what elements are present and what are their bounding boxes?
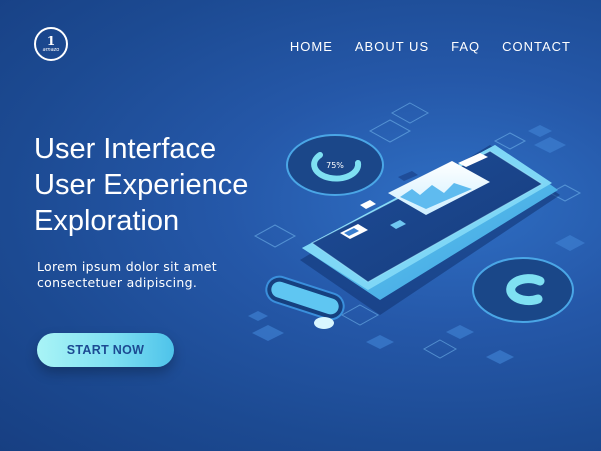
gauge-disc-bottom xyxy=(472,257,574,323)
tile xyxy=(446,325,474,339)
brand-logo[interactable]: 1 amazo xyxy=(34,27,68,61)
tile xyxy=(368,119,412,143)
nav-about-us[interactable]: ABOUT US xyxy=(355,39,429,54)
screen-widget xyxy=(360,200,376,209)
tile xyxy=(252,325,284,341)
tile xyxy=(555,235,585,251)
gauge-disc-top: 75% xyxy=(286,134,384,196)
logo-text: amazo xyxy=(42,47,60,53)
nav-home[interactable]: HOME xyxy=(290,39,333,54)
logo-number: 1 xyxy=(46,34,56,48)
tile xyxy=(422,339,458,359)
nav-contact[interactable]: CONTACT xyxy=(502,39,571,54)
nav-faq[interactable]: FAQ xyxy=(451,39,480,54)
isometric-phone-illustration: 75% xyxy=(248,102,585,364)
tile xyxy=(534,137,566,153)
main-nav: HOME ABOUT US FAQ CONTACT xyxy=(290,39,571,54)
tile xyxy=(493,132,527,150)
tile xyxy=(528,125,552,137)
start-now-button[interactable]: START NOW xyxy=(37,333,174,367)
tile xyxy=(366,335,394,349)
tile xyxy=(253,224,297,248)
tile xyxy=(390,102,430,124)
tile xyxy=(248,311,268,321)
gauge-label: 75% xyxy=(326,161,344,170)
tile xyxy=(486,350,514,364)
